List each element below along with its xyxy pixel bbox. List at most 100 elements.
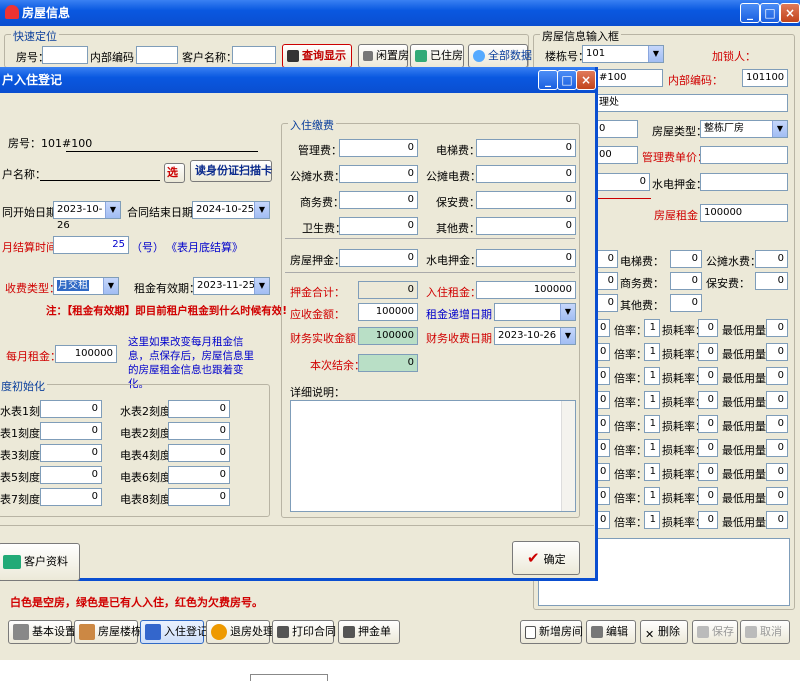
meter-reading-input[interactable]: 0 (596, 391, 610, 409)
loss-input[interactable]: 0 (698, 439, 718, 457)
meter-scale-input[interactable]: 0 (168, 400, 230, 418)
actual-received-input[interactable]: 100000 (358, 327, 418, 345)
checkin-register-button[interactable]: 入住登记 (140, 620, 208, 644)
loss-input[interactable]: 0 (698, 343, 718, 361)
loss-input[interactable]: 0 (698, 319, 718, 337)
right-rent-input[interactable]: 100000 (700, 204, 788, 222)
min-usage-input[interactable]: 0 (766, 439, 788, 457)
meter-reading-input[interactable]: 0 (596, 319, 610, 337)
minimize-icon[interactable]: _ (740, 3, 760, 23)
rate-input[interactable]: 1 (644, 463, 660, 481)
min-usage-input[interactable]: 0 (766, 367, 788, 385)
meter-scale-input[interactable]: 0 (40, 466, 102, 484)
basic-settings-button[interactable]: 基本设置 (8, 620, 76, 644)
deposit-total-input[interactable]: 0 (358, 281, 418, 299)
loss-input[interactable]: 0 (698, 487, 718, 505)
select-customer-button[interactable]: 选 (164, 163, 185, 183)
cancel-button[interactable]: 取消 (740, 620, 790, 644)
fee-input[interactable]: 0 (339, 165, 418, 183)
meter-scale-input[interactable]: 0 (40, 488, 102, 506)
fee-input[interactable]: 0 (476, 139, 576, 157)
all-data-button[interactable]: 全部数据 (468, 44, 532, 68)
right-code-input[interactable]: 101100 (742, 69, 788, 87)
query-button[interactable]: 查询显示 (282, 44, 352, 68)
fee-input[interactable]: 0 (339, 191, 418, 209)
business-fee-input[interactable]: 0 (670, 272, 702, 290)
fee-input[interactable]: 0 (596, 294, 618, 312)
settle-day-input[interactable]: 25 (53, 236, 129, 254)
meter-reading-input[interactable]: 0 (596, 439, 610, 457)
meter-scale-input[interactable]: 0 (168, 422, 230, 440)
meter-scale-input[interactable]: 0 (168, 444, 230, 462)
shared-water-input[interactable]: 0 (755, 250, 788, 268)
meter-reading-input[interactable]: 0 (596, 487, 610, 505)
rate-input[interactable]: 1 (644, 511, 660, 529)
fee-input[interactable]: 0 (596, 250, 618, 268)
fee-input[interactable]: 0 (476, 191, 576, 209)
delete-button[interactable]: ✕ 删除 (640, 620, 688, 644)
new-room-button[interactable]: 新增房间 (520, 620, 583, 644)
detail-textarea[interactable] (290, 400, 576, 512)
min-usage-input[interactable]: 0 (766, 487, 788, 505)
deposit-left-input[interactable]: 0 (595, 173, 650, 191)
fee-input[interactable]: 0 (596, 272, 618, 290)
min-usage-input[interactable]: 0 (766, 511, 788, 529)
contract-end-select[interactable]: 2024-10-25 ▼ (192, 201, 270, 219)
print-contract-button[interactable]: 打印合同 (272, 620, 336, 644)
balance-input[interactable]: 0 (358, 354, 418, 372)
quick-room-input[interactable] (42, 46, 88, 64)
fee-input[interactable]: 0 (476, 217, 576, 235)
meter-reading-input[interactable]: 0 (596, 463, 610, 481)
maximize-icon[interactable]: □ (557, 70, 577, 90)
minimize-icon[interactable]: _ (538, 70, 558, 90)
checkout-button[interactable]: 退房处理 (206, 620, 274, 644)
rate-input[interactable]: 1 (644, 367, 660, 385)
house-deposit-input[interactable]: 0 (339, 249, 418, 267)
room-no-input[interactable]: #100 (595, 69, 663, 87)
quick-code-input[interactable] (136, 46, 178, 64)
meter-reading-input[interactable]: 0 (596, 415, 610, 433)
meter-reading-input[interactable]: 0 (596, 367, 610, 385)
water-deposit-input[interactable]: 0 (476, 249, 576, 267)
fee-input[interactable]: 0 (339, 217, 418, 235)
vacant-button[interactable]: 闲置房 (358, 44, 409, 68)
checkin-rent-input[interactable]: 100000 (476, 281, 576, 299)
right-deposit-input[interactable] (700, 173, 788, 191)
rent-increase-select[interactable]: ▼ (494, 303, 576, 321)
loss-input[interactable]: 0 (698, 511, 718, 529)
customer-profile-button[interactable]: 客户资料 (0, 543, 80, 581)
fee-input[interactable]: 0 (339, 139, 418, 157)
security-fee-input[interactable]: 0 (755, 272, 788, 290)
rate-input[interactable]: 1 (644, 343, 660, 361)
mgmt-price-input[interactable] (700, 146, 788, 164)
rate-input[interactable]: 1 (644, 391, 660, 409)
monthly-rent-input[interactable]: 100000 (55, 345, 117, 363)
meter-reading-input[interactable]: 0 (596, 343, 610, 361)
scrollbar[interactable] (561, 401, 575, 511)
quick-customer-input[interactable] (232, 46, 276, 64)
elevator-fee-input[interactable]: 0 (670, 250, 702, 268)
meter-reading-input[interactable]: 0 (596, 511, 610, 529)
edit-button[interactable]: 编辑 (586, 620, 636, 644)
save-button[interactable]: 保存 (692, 620, 738, 644)
rate-input[interactable]: 1 (644, 415, 660, 433)
id-card-scan-button[interactable]: 读身份证扫描卡 (190, 160, 272, 182)
occupied-button[interactable]: 已住房 (410, 44, 464, 68)
area-input[interactable]: 0 (595, 120, 638, 138)
house-type-select[interactable]: 整栋厂房 ▼ (700, 120, 788, 138)
close-icon[interactable]: × (576, 70, 596, 90)
meter-scale-input[interactable]: 0 (168, 466, 230, 484)
meter-scale-input[interactable]: 0 (40, 444, 102, 462)
loss-input[interactable]: 0 (698, 415, 718, 433)
receivable-input[interactable]: 100000 (358, 303, 418, 321)
charge-type-select[interactable]: 月交租 ▼ (53, 277, 119, 295)
meter-scale-input[interactable]: 0 (168, 488, 230, 506)
min-usage-input[interactable]: 0 (766, 319, 788, 337)
meter-scale-input[interactable]: 0 (40, 400, 102, 418)
min-usage-input[interactable]: 0 (766, 391, 788, 409)
rate-input[interactable]: 1 (644, 487, 660, 505)
office-input[interactable]: 理处 (595, 94, 788, 112)
other-fee-input[interactable]: 0 (670, 294, 702, 312)
min-usage-input[interactable]: 0 (766, 415, 788, 433)
rate-input[interactable]: 1 (644, 319, 660, 337)
